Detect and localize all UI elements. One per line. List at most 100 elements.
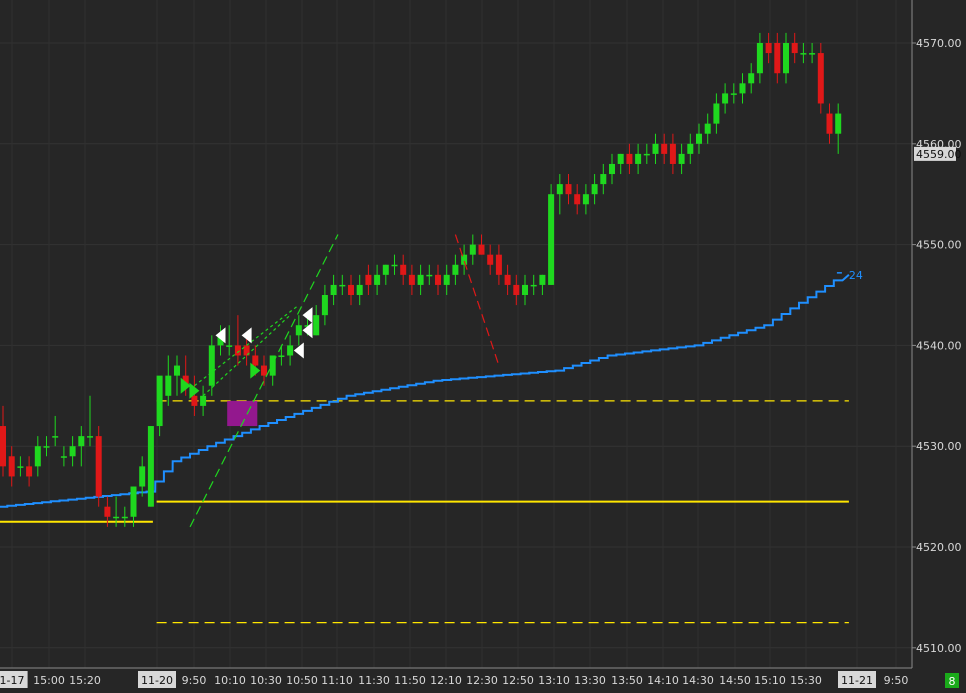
x-tick-label: 9:50 <box>182 674 207 687</box>
y-tick-label: 4520.00 <box>916 541 962 554</box>
candle-body <box>783 43 789 74</box>
candle-body <box>826 113 833 134</box>
candle-body <box>121 516 128 519</box>
candle-body <box>582 194 589 205</box>
candle-body <box>678 153 685 164</box>
candle-body <box>539 274 546 285</box>
candle-body <box>809 53 816 55</box>
candle-body <box>382 264 389 275</box>
x-tick-label: 11-20 <box>141 674 173 687</box>
candle-body <box>295 325 302 336</box>
candle-body <box>261 365 267 376</box>
candle-body <box>817 53 824 104</box>
x-tick-label: 13:50 <box>611 674 643 687</box>
x-tick-label: 10:30 <box>250 674 282 687</box>
candle-body <box>591 184 598 195</box>
candle-body <box>522 284 528 295</box>
x-tick-label: 14:30 <box>682 674 714 687</box>
x-tick-label: 12:30 <box>466 674 498 687</box>
x-tick-label: 14:50 <box>719 674 751 687</box>
candle-body <box>226 345 233 347</box>
x-tick-label: 11:10 <box>321 674 353 687</box>
candle-body <box>330 284 337 295</box>
candle-body <box>348 284 354 295</box>
candle-body <box>800 53 807 55</box>
candle-body <box>8 456 15 477</box>
candle-body <box>722 93 729 104</box>
candle-body <box>756 43 763 74</box>
candle-body <box>17 466 24 468</box>
candle-body <box>478 244 485 255</box>
candle-body <box>643 153 650 156</box>
candle-body <box>52 436 59 438</box>
candle-body <box>321 295 328 316</box>
candle-body <box>87 436 93 438</box>
x-tick-label: 10:10 <box>214 674 246 687</box>
candle-body <box>0 426 6 467</box>
candle-body <box>95 436 102 497</box>
candle-body <box>713 103 720 124</box>
candle-body <box>174 365 180 376</box>
candle-body <box>26 466 33 477</box>
candle-body <box>60 456 67 458</box>
candle-body <box>130 486 137 517</box>
candle-body <box>669 143 676 164</box>
candle-body <box>548 194 555 285</box>
candle-body <box>374 274 381 285</box>
x-tick-label: 15:00 <box>33 674 65 687</box>
candle-body <box>339 284 346 287</box>
candle-body <box>408 274 415 285</box>
x-tick-label: 13:10 <box>538 674 570 687</box>
candle-body <box>513 284 520 295</box>
candle-body <box>147 426 154 507</box>
x-tick-label: 11:50 <box>394 674 426 687</box>
candle-body <box>34 446 41 467</box>
y-tick-label: 4530.00 <box>916 440 962 453</box>
x-tick-label: 15:10 <box>754 674 786 687</box>
candle-body <box>278 355 285 357</box>
candle-body <box>365 274 372 285</box>
candle-body <box>835 113 842 134</box>
y-tick-label: 4570.00 <box>916 37 962 50</box>
candle-body <box>617 153 624 164</box>
candle-body <box>452 264 459 275</box>
candle-body <box>113 516 120 519</box>
candle-body <box>165 375 172 396</box>
vwap-label: 24 <box>849 269 863 282</box>
candle-body <box>191 395 198 406</box>
candle-body <box>43 446 50 448</box>
candle-body <box>687 143 694 154</box>
candle-body <box>426 274 433 277</box>
y-tick-label: 4550.00 <box>916 239 962 252</box>
candle-body <box>252 355 259 366</box>
candle-body <box>234 345 241 356</box>
x-tick-label: 1-17 <box>0 674 24 687</box>
candle-body <box>104 506 111 517</box>
candle-body <box>765 43 772 54</box>
candle-body <box>696 133 702 144</box>
candle-body <box>156 375 163 427</box>
candle-body <box>565 184 572 195</box>
candle-body <box>609 163 615 175</box>
candle-body <box>400 264 407 275</box>
candle-body <box>313 315 320 336</box>
candle-body <box>391 264 398 267</box>
candle-body <box>556 184 563 195</box>
y-tick-label: 4510.00 <box>916 642 962 655</box>
candlestick-chart: 24 4510.00 4520.00 4530.00 4540.00 4550.00 45… <box>0 0 966 693</box>
x-tick-label: 12:10 <box>430 674 462 687</box>
candle-body <box>626 153 633 164</box>
candle-body <box>435 274 441 285</box>
candle-body <box>730 93 737 95</box>
candle-body <box>530 284 537 287</box>
status-badge-text: 8 <box>949 675 956 688</box>
candle-body <box>469 244 476 255</box>
candle-body <box>791 43 798 54</box>
candle-body <box>69 446 76 457</box>
x-tick-label: 12:50 <box>502 674 534 687</box>
candle-body <box>487 254 494 265</box>
zone-rect <box>227 400 258 427</box>
candle-body <box>417 274 424 285</box>
candle-body <box>652 143 659 154</box>
candle-body <box>704 123 711 134</box>
